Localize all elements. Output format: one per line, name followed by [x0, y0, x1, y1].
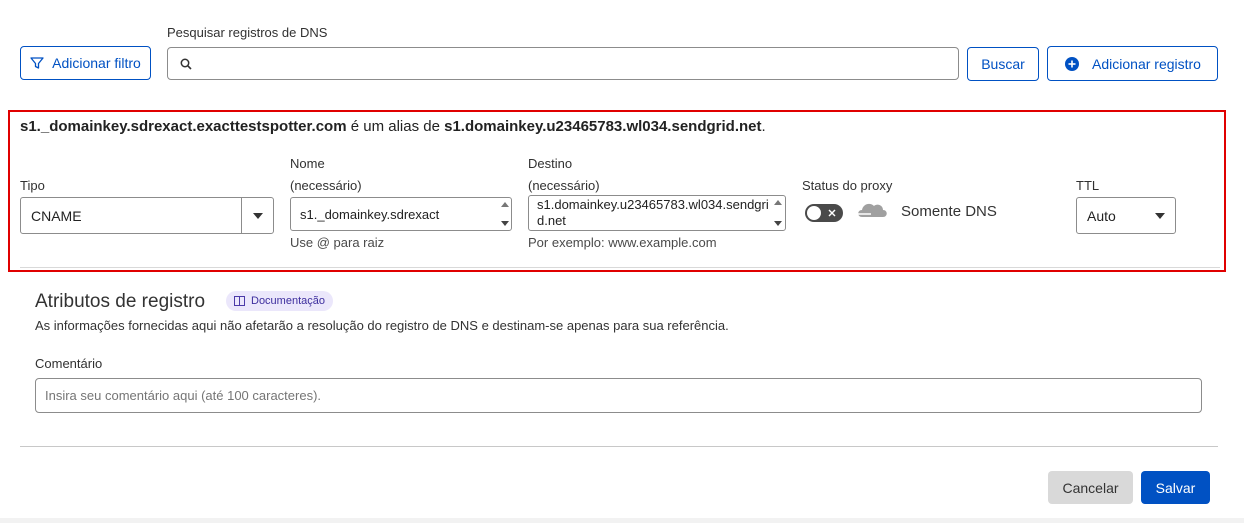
target-value: s1.domainkey.u23465783.wl034.sendgrid.ne… [537, 197, 769, 228]
proxy-toggle[interactable] [805, 204, 843, 222]
doc-label: Documentação [251, 295, 325, 307]
search-input[interactable] [167, 47, 959, 80]
attributes-description: As informações fornecidas aqui não afeta… [35, 318, 729, 333]
bottom-edge [0, 518, 1244, 523]
proxy-status: Somente DNS [901, 203, 997, 220]
type-select[interactable]: CNAME [20, 197, 274, 234]
cloud-icon [855, 199, 889, 222]
documentation-link[interactable]: Documentação [226, 291, 333, 311]
target-label: Destino [528, 156, 573, 171]
type-value: CNAME [31, 207, 82, 224]
target-hint: Por exemplo: www.example.com [528, 235, 717, 250]
close-icon [827, 206, 837, 223]
search-label: Pesquisar registros de DNS [167, 25, 328, 40]
alias-mid: é um alias de [346, 118, 445, 135]
filter-icon [30, 56, 44, 70]
scroll-arrows-icon [771, 196, 785, 230]
ttl-label: TTL [1076, 178, 1100, 193]
name-hint: Use @ para raiz [290, 235, 385, 250]
add-filter-button[interactable]: Adicionar filtro [20, 46, 151, 80]
proxy-label: Status do proxy [802, 178, 893, 193]
cancel-label: Cancelar [1062, 479, 1119, 496]
name-input[interactable]: s1._domainkey.sdrexact [290, 197, 512, 231]
divider [20, 267, 1220, 268]
alias-sentence: s1._domainkey.sdrexact.exacttestspotter.… [20, 118, 766, 135]
cancel-button[interactable]: Cancelar [1048, 471, 1133, 504]
ttl-value: Auto [1087, 207, 1116, 224]
doc-icon [234, 296, 245, 306]
alias-end: . [761, 118, 766, 135]
add-record-button[interactable]: Adicionar registro [1047, 46, 1218, 81]
search-button-label: Buscar [981, 56, 1025, 72]
comment-label: Comentário [35, 356, 103, 371]
attributes-title: Atributos de registro [35, 291, 206, 312]
divider [20, 446, 1218, 447]
chevron-down-icon [1155, 212, 1165, 219]
name-value: s1._domainkey.sdrexact [300, 206, 440, 222]
target-required: (necessário) [528, 178, 600, 193]
chevron-down-icon [241, 198, 273, 233]
alias-target: s1.domainkey.u23465783.wl034.sendgrid.ne… [444, 118, 762, 135]
add-record-label: Adicionar registro [1092, 55, 1201, 72]
plus-circle-icon [1064, 56, 1080, 72]
name-required: (necessário) [290, 178, 362, 193]
save-label: Salvar [1155, 479, 1196, 496]
scroll-arrows-icon [499, 198, 511, 230]
alias-name: s1._domainkey.sdrexact.exacttestspotter.… [20, 118, 347, 135]
target-textarea[interactable]: s1.domainkey.u23465783.wl034.sendgrid.ne… [528, 195, 786, 231]
toggle-knob [807, 206, 821, 220]
comment-input[interactable] [35, 378, 1202, 413]
search-icon [180, 58, 192, 70]
ttl-select[interactable]: Auto [1076, 197, 1176, 234]
add-filter-label: Adicionar filtro [52, 55, 141, 71]
save-button[interactable]: Salvar [1141, 471, 1210, 504]
search-button[interactable]: Buscar [967, 47, 1039, 81]
type-label: Tipo [20, 178, 45, 193]
name-label: Nome [290, 156, 325, 171]
